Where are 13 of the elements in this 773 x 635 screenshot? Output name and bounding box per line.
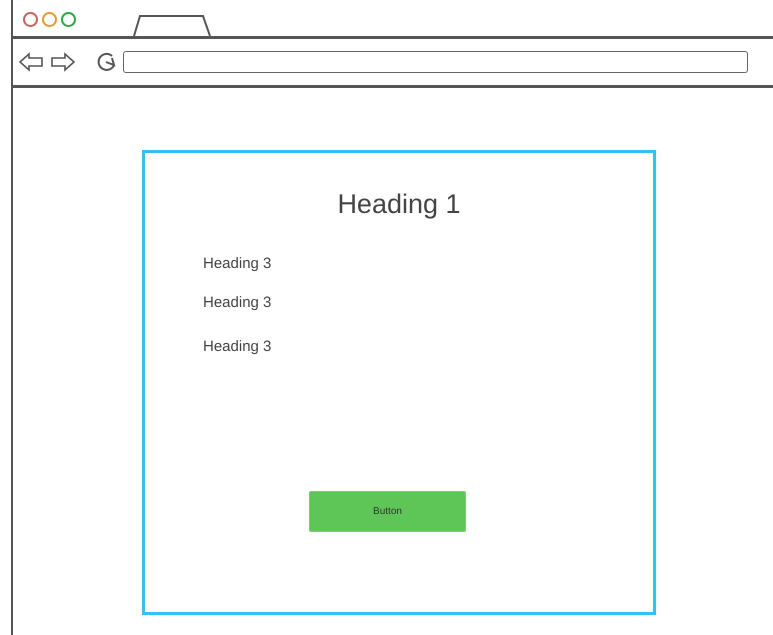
subheading: Heading 3 <box>203 254 272 274</box>
back-arrow-icon[interactable] <box>19 52 43 72</box>
browser-tab[interactable] <box>133 15 211 36</box>
reload-icon[interactable] <box>95 51 117 73</box>
subheading: Heading 3 <box>203 337 272 357</box>
address-field[interactable] <box>123 51 748 73</box>
subheading: Heading 3 <box>203 293 272 313</box>
close-dot-icon[interactable] <box>23 12 38 27</box>
minimize-dot-icon[interactable] <box>42 12 57 27</box>
forward-arrow-icon[interactable] <box>51 52 75 72</box>
page-heading: Heading 1 <box>336 188 462 221</box>
action-button[interactable]: Button <box>309 491 466 532</box>
maximize-dot-icon[interactable] <box>61 12 76 27</box>
